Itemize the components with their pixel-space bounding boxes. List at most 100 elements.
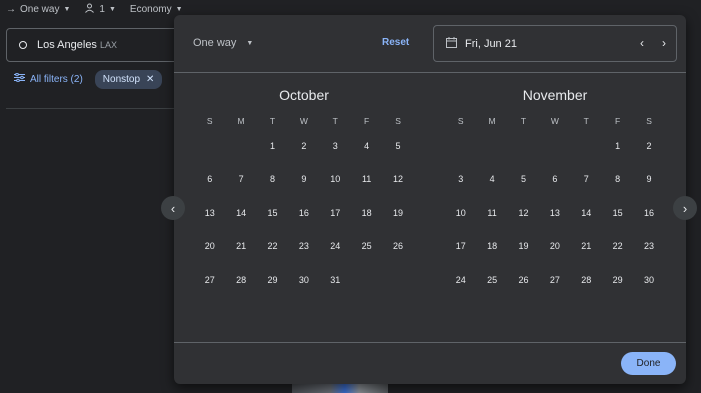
month-title: November [522,87,588,103]
day-cell[interactable]: 6 [207,174,212,184]
weekday-label: T [269,116,276,126]
weekday-header: S M T W T F S [194,113,414,129]
day-cell[interactable]: 25 [487,275,497,285]
day-cell[interactable]: 9 [301,174,306,184]
chevron-left-icon: ‹ [170,200,176,216]
picker-trip-type-label: One way [193,37,237,49]
trip-type-label: One way [20,3,60,15]
week-row: 1 2 [445,129,665,163]
divider [6,108,176,109]
caret-down-icon: ▼ [175,5,183,13]
all-filters-button[interactable]: All filters (2) [14,72,83,85]
picker-trip-type-dropdown[interactable]: One way ▼ [193,37,253,49]
day-cell[interactable]: 22 [613,241,623,251]
done-button[interactable]: Done [621,352,676,375]
weekday-label: T [332,116,338,126]
day-cell[interactable]: 8 [270,174,275,184]
day-cell[interactable]: 8 [615,174,620,184]
day-cell[interactable]: 11 [487,208,496,218]
day-cell[interactable]: 16 [644,208,654,218]
day-cell[interactable]: 30 [299,275,309,285]
day-cell[interactable]: 4 [364,141,369,151]
day-cell[interactable]: 9 [647,174,652,184]
day-cell[interactable]: 20 [550,241,560,251]
month-november: November S M T W T F S 1 2 3 4 5 6 7 8 9 [445,87,665,297]
day-cell[interactable]: 17 [456,241,466,251]
day-cell[interactable]: 10 [330,174,340,184]
day-cell[interactable]: 7 [584,174,589,184]
day-cell[interactable]: 14 [581,208,591,218]
day-cell[interactable]: 18 [362,208,372,218]
day-cell[interactable]: 24 [456,275,466,285]
day-cell[interactable]: 29 [613,275,623,285]
day-cell[interactable]: 2 [301,141,306,151]
trip-type-dropdown[interactable]: → One way ▼ [6,4,70,15]
weekday-label: F [364,116,370,126]
day-cell[interactable]: 5 [396,141,401,151]
day-cell[interactable]: 3 [458,174,463,184]
day-cell[interactable]: 15 [267,208,277,218]
day-cell[interactable]: 19 [518,241,528,251]
reset-button[interactable]: Reset [382,37,409,48]
day-cell[interactable]: 2 [647,141,652,151]
day-cell[interactable]: 23 [644,241,654,251]
day-cell[interactable]: 16 [299,208,309,218]
day-cell[interactable]: 1 [615,141,620,151]
day-cell[interactable]: 27 [205,275,215,285]
day-cell[interactable]: 23 [299,241,309,251]
day-cell[interactable]: 13 [550,208,560,218]
passengers-count: 1 [99,3,105,15]
week-row: 6 7 8 9 10 11 12 [194,163,414,197]
day-cell[interactable]: 18 [487,241,497,251]
day-cell[interactable]: 5 [521,174,526,184]
weekday-label: S [646,116,652,126]
day-cell[interactable]: 30 [644,275,654,285]
day-cell[interactable]: 20 [205,241,215,251]
chevron-left-icon[interactable]: ‹ [640,36,644,50]
departure-date-field[interactable]: Fri, Jun 21 ‹ › [433,25,677,62]
day-cell[interactable]: 27 [550,275,560,285]
day-cell[interactable]: 21 [236,241,246,251]
day-cell[interactable]: 12 [518,208,528,218]
day-cell[interactable]: 28 [236,275,246,285]
chevron-right-icon: › [682,200,688,216]
cabin-label: Economy [129,3,172,15]
day-cell[interactable]: 6 [552,174,557,184]
day-cell[interactable]: 3 [333,141,338,151]
weekday-label: S [395,116,401,126]
nonstop-chip[interactable]: Nonstop ✕ [94,69,163,89]
day-cell[interactable]: 14 [236,208,246,218]
week-row: 27 28 29 30 31 [194,263,414,297]
origin-field[interactable]: Los Angeles LAX [6,28,196,62]
day-cell[interactable]: 25 [362,241,372,251]
day-cell[interactable]: 29 [267,275,277,285]
day-cell[interactable]: 11 [362,174,371,184]
day-cell[interactable]: 26 [393,241,403,251]
cabin-dropdown[interactable]: Economy ▼ [130,4,183,15]
prev-month-button[interactable]: ‹ [161,196,185,220]
week-row: 20 21 22 23 24 25 26 [194,230,414,264]
day-cell[interactable]: 24 [330,241,340,251]
close-icon[interactable]: ✕ [146,74,154,85]
map-thumbnail [292,383,388,393]
week-row: 13 14 15 16 17 18 19 [194,196,414,230]
day-cell[interactable]: 21 [581,241,591,251]
next-month-button[interactable]: › [673,196,697,220]
day-cell[interactable]: 26 [518,275,528,285]
arrow-right-icon: → [6,3,16,15]
day-cell[interactable]: 22 [267,241,277,251]
day-cell[interactable]: 13 [205,208,215,218]
day-cell[interactable]: 15 [613,208,623,218]
day-cell[interactable]: 19 [393,208,403,218]
day-cell[interactable]: 1 [270,141,275,151]
chevron-right-icon[interactable]: › [662,36,666,50]
day-cell[interactable]: 28 [581,275,591,285]
day-cell[interactable]: 10 [456,208,466,218]
day-cell[interactable]: 12 [393,174,403,184]
day-cell[interactable]: 31 [330,275,340,285]
day-cell[interactable]: 4 [490,174,495,184]
month-title: October [279,87,329,103]
day-cell[interactable]: 7 [239,174,244,184]
passengers-dropdown[interactable]: 1 ▼ [84,3,116,16]
day-cell[interactable]: 17 [330,208,340,218]
